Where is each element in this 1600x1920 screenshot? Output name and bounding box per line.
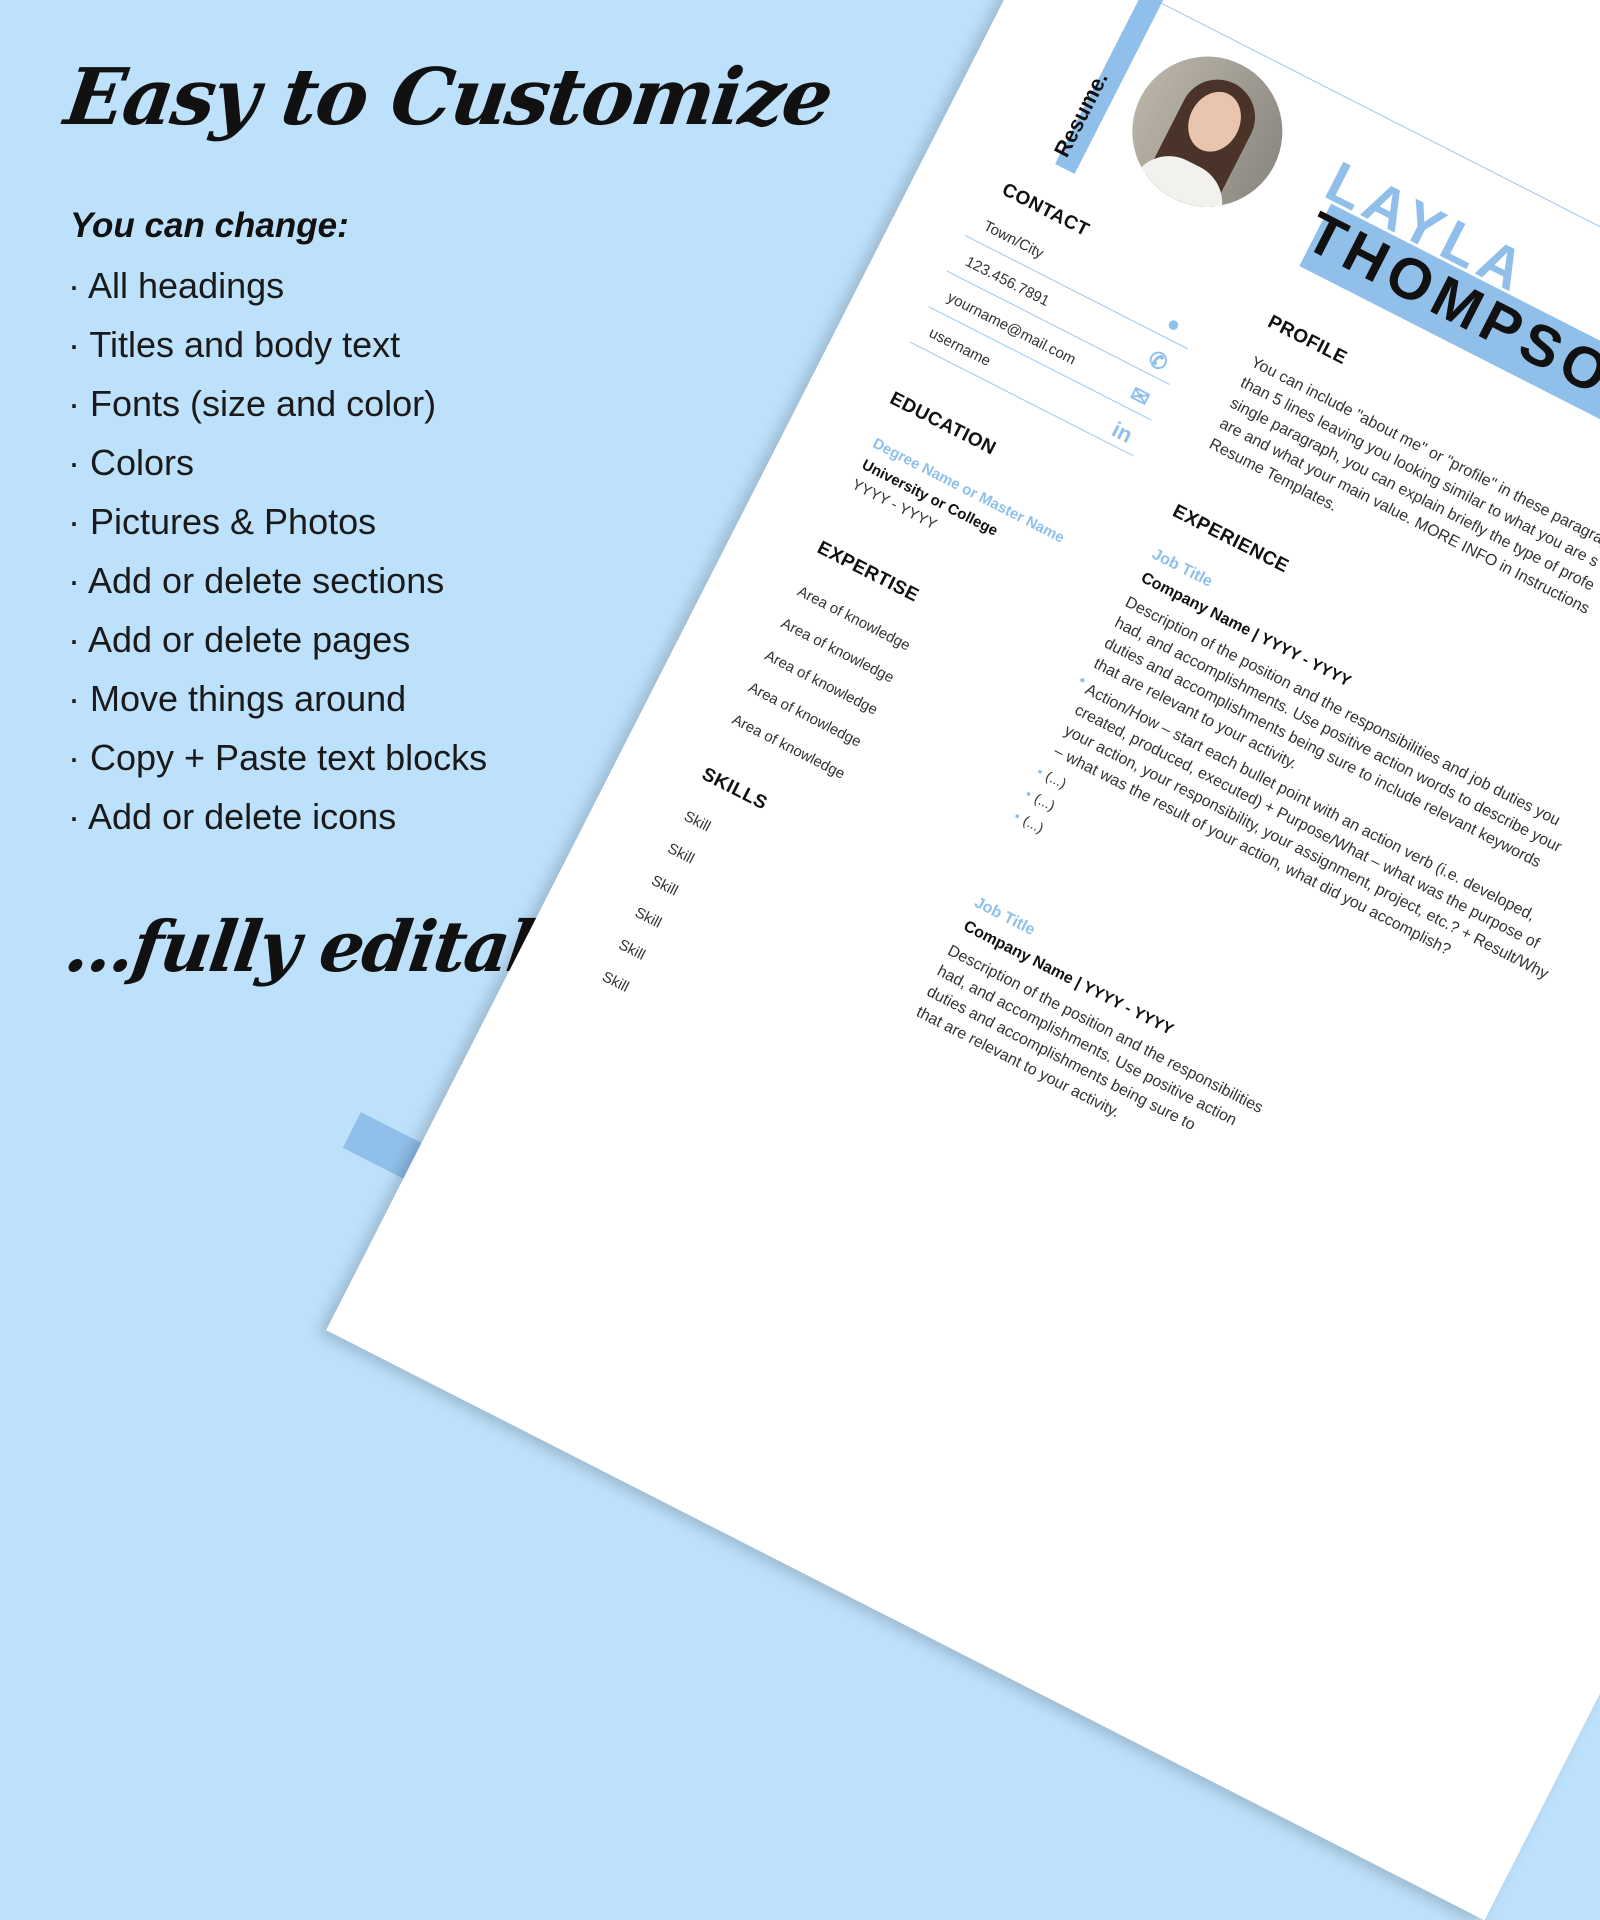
- feature-item: · Pictures & Photos: [68, 501, 377, 542]
- feature-item: · Move things around: [68, 678, 407, 719]
- feature-item: · Add or delete sections: [68, 560, 445, 601]
- feature-item: · Titles and body text: [68, 324, 401, 365]
- feature-item: · Fonts (size and color): [68, 383, 437, 424]
- headline: Easy to Customize: [59, 52, 837, 143]
- feature-item: · Colors: [68, 442, 195, 483]
- feature-item: · All headings: [68, 265, 285, 306]
- feature-item: · Add or delete icons: [68, 796, 397, 837]
- feature-item: · Copy + Paste text blocks: [68, 737, 488, 778]
- subheading: You can change:: [70, 206, 349, 245]
- feature-item: · Add or delete pages: [68, 619, 411, 660]
